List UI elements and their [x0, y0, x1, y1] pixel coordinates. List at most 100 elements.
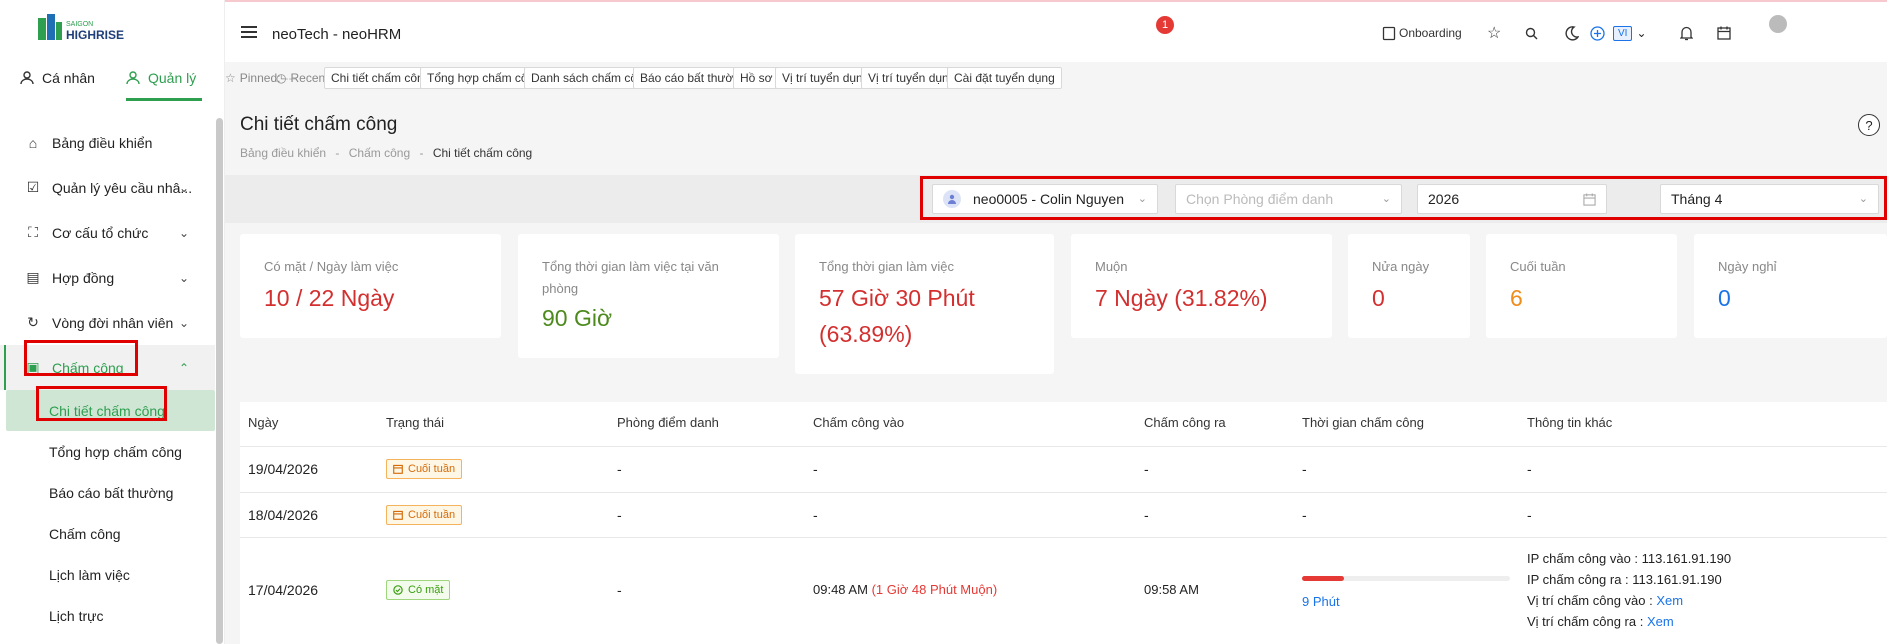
sidebar-item-org-structure[interactable]: ⛶ Cơ cấu tổ chức ⌄: [0, 210, 215, 255]
avatar[interactable]: [1769, 15, 1787, 33]
sidebar-item-dashboard[interactable]: ⌂ Bảng điều khiển: [0, 120, 215, 165]
sidebar-item-label: Hợp đồng: [52, 269, 115, 286]
room-select[interactable]: Chọn Phòng điểm danh ⌄: [1175, 184, 1402, 214]
recent-chip[interactable]: Hồ sơ: [733, 67, 780, 89]
sidebar-item-requests[interactable]: ☑ Quản lý yêu cầu nhâ... ⌄: [0, 165, 215, 210]
onboarding-button[interactable]: Onboarding: [1382, 18, 1462, 48]
late-note: (1 Giờ 48 Phút Muộn): [871, 582, 998, 597]
menu-icon[interactable]: [241, 26, 257, 38]
sidebar-subitem-label: Lịch trực: [49, 607, 104, 624]
user-icon: [126, 71, 140, 85]
sidebar-subitem-duty-schedule[interactable]: Lịch trực: [0, 595, 215, 636]
stat-label: Nửa ngày: [1372, 259, 1430, 274]
breadcrumb-item[interactable]: Chấm công: [349, 146, 410, 160]
table-row[interactable]: 18/04/2026 Cuối tuần - - - - -: [240, 492, 1887, 537]
table-row[interactable]: 17/04/2026 Có mặt - 09:48 AM (1 Giờ 48 P…: [240, 537, 1887, 644]
sidebar-item-attendance[interactable]: ▣ Chấm công ⌃: [0, 345, 215, 390]
tab-management[interactable]: Quản lý: [126, 70, 203, 101]
tab-personal[interactable]: Cá nhân: [20, 70, 95, 86]
view-location-in-link[interactable]: Xem: [1656, 593, 1683, 608]
calendar-icon[interactable]: [1717, 18, 1731, 48]
info-label: Vị trí chấm công ra :: [1527, 614, 1644, 629]
sidebar-item-employee-lifecycle[interactable]: ↻ Vòng đời nhân viên ⌄: [0, 300, 215, 345]
year-picker[interactable]: 2026: [1417, 184, 1607, 214]
chevron-up-icon: ⌃: [178, 360, 189, 375]
bell-icon[interactable]: [1680, 18, 1693, 48]
column-header: Phòng điểm danh: [617, 415, 719, 430]
add-circle-icon[interactable]: [1590, 18, 1605, 48]
cell-room: -: [617, 582, 622, 598]
chevron-down-icon: ⌄: [1636, 26, 1647, 40]
status-text: Có mặt: [408, 584, 444, 596]
ip-out-value: 113.161.91.190: [1632, 572, 1722, 587]
sidebar: SAIGON HIGHRISE Cá nhân Quản lý ⌂ Bảng đ…: [0, 0, 225, 644]
stat-label: Cuối tuần: [1510, 259, 1566, 274]
stat-label: Có mặt / Ngày làm việc: [264, 259, 399, 274]
sidebar-subitem-attendance-summary[interactable]: Tổng hợp chấm công: [0, 431, 215, 472]
checkbox-icon: ☑: [26, 179, 40, 195]
chevron-down-icon: ⌄: [1137, 193, 1147, 205]
column-header: Ngày: [248, 415, 279, 430]
sidebar-subitem-attendance[interactable]: Chấm công: [0, 513, 215, 554]
sidebar-subitem-label: Lịch làm việc: [49, 566, 130, 583]
onboarding-badge: 1: [1156, 16, 1174, 34]
sidebar-scrollbar[interactable]: [216, 118, 223, 644]
status-badge: Cuối tuần: [386, 459, 463, 479]
table-row[interactable]: 19/04/2026 Cuối tuần - - - - -: [240, 446, 1887, 492]
cell-info: -: [1527, 461, 1532, 477]
language-select[interactable]: VI ⌄: [1613, 18, 1647, 48]
cell-check-out: 09:58 AM: [1144, 582, 1199, 597]
column-header: Thông tin khác: [1527, 415, 1613, 430]
cell-duration: 9 Phút: [1302, 594, 1340, 609]
stat-card-half-day: Nửa ngày 0: [1348, 234, 1470, 338]
pin-bar: ☆ Pinned: --- ◷ Recent: Chi tiết chấm cô…: [225, 62, 1887, 94]
svg-text:HIGHRISE: HIGHRISE: [66, 28, 124, 42]
breadcrumb-item[interactable]: Bảng điều khiển: [240, 146, 326, 160]
sidebar-subitem-anomaly-report[interactable]: Báo cáo bất thường: [0, 472, 215, 513]
column-header: Thời gian chấm công: [1302, 415, 1424, 430]
breadcrumb-sep: -: [335, 146, 340, 160]
duration-progress-fill: [1302, 576, 1344, 581]
column-header: Trạng thái: [386, 415, 445, 430]
chevron-down-icon: ⌄: [178, 180, 189, 195]
stat-value: 10 / 22 Ngày: [264, 285, 395, 311]
cell-date: 18/04/2026: [248, 507, 319, 523]
search-icon[interactable]: [1525, 18, 1538, 48]
chevron-down-icon: ⌄: [1381, 193, 1391, 205]
sidebar-subitem-label: Báo cáo bất thường: [49, 484, 174, 501]
stat-card-day-off: Ngày nghỉ 0: [1694, 234, 1887, 338]
page-title: Chi tiết chấm công: [240, 114, 398, 135]
stat-value: 0: [1372, 285, 1385, 311]
sidebar-tabs: Cá nhân Quản lý: [0, 70, 225, 101]
status-badge: Có mặt: [386, 580, 451, 600]
check-in-time: 09:48 AM: [813, 582, 868, 597]
cell-check-out: -: [1144, 507, 1149, 523]
month-select[interactable]: Tháng 4 ⌄: [1660, 184, 1879, 214]
sidebar-subitem-work-schedule[interactable]: Lịch làm việc: [0, 554, 215, 595]
stat-label: Ngày nghỉ: [1718, 259, 1777, 274]
info-label: IP chấm công vào :: [1527, 551, 1639, 566]
avatar: [943, 190, 961, 208]
info-label: Vị trí chấm công vào :: [1527, 593, 1653, 608]
duration-progress-bar: [1302, 576, 1510, 581]
help-icon[interactable]: ?: [1858, 114, 1880, 136]
stat-label: Muộn: [1095, 259, 1128, 274]
sidebar-subitem-attendance-detail[interactable]: Chi tiết chấm công: [6, 390, 215, 431]
clock-icon: ◷: [276, 71, 287, 85]
sidebar-item-contracts[interactable]: ▤ Hợp đồng ⌄: [0, 255, 215, 300]
moon-icon[interactable]: [1564, 18, 1579, 48]
stat-value: 7 Ngày (31.82%): [1095, 285, 1268, 311]
star-icon[interactable]: ☆: [1487, 18, 1501, 48]
recent-chip[interactable]: Cài đặt tuyển dụng: [947, 67, 1062, 89]
stat-card-total-time: Tổng thời gian làm việc 57 Giờ 30 Phút (…: [795, 234, 1054, 374]
breadcrumb-sep: -: [419, 146, 424, 160]
view-location-out-link[interactable]: Xem: [1647, 614, 1674, 629]
saigon-highrise-logo[interactable]: SAIGON HIGHRISE: [36, 14, 156, 44]
sidebar-item-label: Bảng điều khiển: [52, 134, 153, 151]
home-icon: ⌂: [28, 134, 38, 151]
employee-select[interactable]: neo0005 - Colin Nguyen ⌄: [932, 184, 1158, 214]
stat-value: 90 Giờ: [542, 305, 613, 331]
column-header: Chấm công vào: [813, 415, 905, 430]
info-label: IP chấm công ra :: [1527, 572, 1629, 587]
sidebar-item-label: Quản lý yêu cầu nhâ...: [52, 179, 193, 196]
